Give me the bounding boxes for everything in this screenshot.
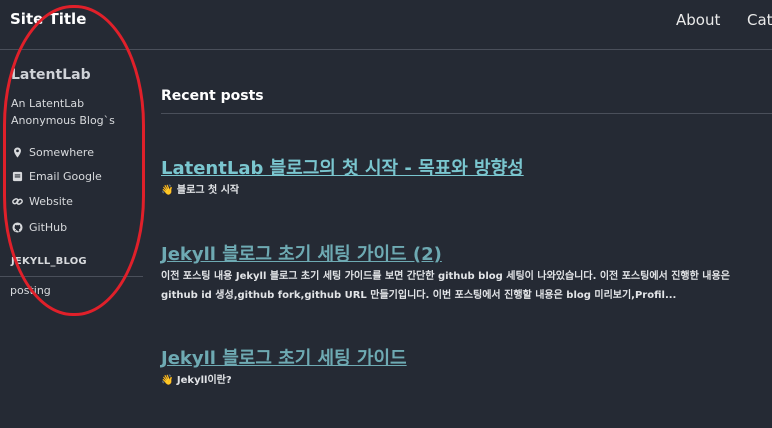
author-github-link[interactable]: GitHub [12, 219, 67, 235]
location-pin-icon [14, 146, 21, 158]
author-github-label: GitHub [29, 220, 68, 234]
post-excerpt-1: 👋 블로그 첫 시작 [161, 185, 240, 196]
author-location: Somewhere [12, 144, 94, 160]
author-name: LatentLab [11, 67, 91, 83]
main-content: Recent posts LatentLab 블로그의 첫 시작 - 목표와 방… [161, 50, 772, 428]
author-location-label: Somewhere [29, 145, 94, 159]
post-title-2[interactable]: Jekyll 블로그 초기 세팅 가이드 (2) [161, 240, 442, 266]
nav-link-categories[interactable]: Cate [747, 11, 772, 29]
author-website-link[interactable]: Website [12, 193, 73, 209]
recent-posts-divider [161, 113, 772, 114]
author-email-link[interactable]: Email Google [12, 168, 102, 184]
post-title-1[interactable]: LatentLab 블로그의 첫 시작 - 목표와 방향성 [161, 154, 524, 180]
sidebar-nav-heading: JEKYLL_BLOG [11, 256, 87, 267]
github-icon [12, 221, 23, 233]
sidebar-item-posting[interactable]: posting [10, 284, 51, 297]
link-icon [12, 197, 23, 205]
nav-link-about[interactable]: About [676, 11, 720, 29]
post-excerpt-2: 이전 포스팅 내용 Jekyll 블로그 초기 세팅 가이드를 보면 간단한 g… [161, 271, 730, 301]
sidebar: LatentLab An LatentLab Anonymous Blog`s … [0, 50, 148, 428]
post-title-3[interactable]: Jekyll 블로그 초기 세팅 가이드 [161, 344, 407, 370]
author-website-label: Website [29, 194, 73, 208]
masthead: Site Title About Cate [0, 0, 772, 50]
site-title-link[interactable]: Site Title [10, 10, 86, 28]
post-excerpt-3: 👋 Jekyll이란? [161, 375, 232, 386]
author-email-label: Email Google [29, 169, 102, 183]
sidebar-nav-divider [0, 276, 143, 277]
envelope-icon [12, 171, 23, 181]
recent-posts-heading: Recent posts [161, 88, 264, 104]
author-bio: An LatentLab Anonymous Blog`s [11, 97, 115, 127]
page: Site Title About Cate LatentLab An Laten… [0, 0, 772, 428]
